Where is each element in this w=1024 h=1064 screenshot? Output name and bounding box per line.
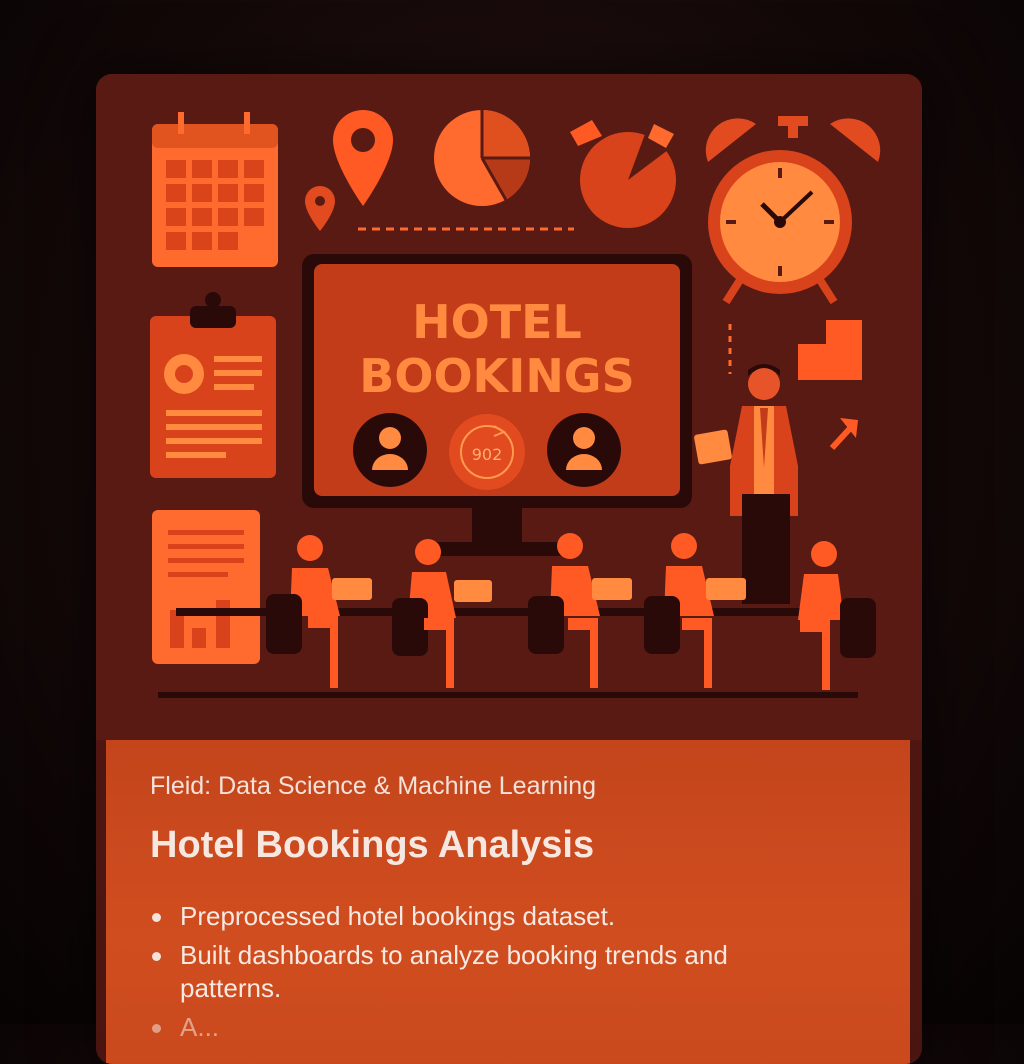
hotel-bookings-illustration: HOTEL BOOKINGS 902: [96, 74, 922, 740]
calendar-icon: [152, 112, 278, 267]
list-item: Preprocessed hotel bookings dataset.: [150, 900, 790, 933]
list-item: A...: [150, 1011, 790, 1044]
project-info-panel: Fleid: Data Science & Machine Learning H…: [106, 740, 910, 1064]
booking-count-badge: 902: [472, 445, 503, 464]
project-field-label: Fleid: Data Science & Machine Learning: [150, 772, 597, 800]
report-document-icon: [152, 510, 260, 664]
project-bullet-list: Preprocessed hotel bookings dataset. Bui…: [150, 900, 790, 1050]
project-title: Hotel Bookings Analysis: [150, 824, 595, 866]
list-item: Built dashboards to analyze booking tren…: [150, 939, 790, 1005]
screen-title-line2: BOOKINGS: [359, 349, 634, 403]
project-card[interactable]: HOTEL BOOKINGS 902 Fleid: Data Science &…: [96, 74, 922, 1064]
clipboard-icon: [150, 292, 276, 478]
pie-chart-icon: [434, 110, 531, 206]
screen-title-line1: HOTEL: [412, 295, 582, 349]
